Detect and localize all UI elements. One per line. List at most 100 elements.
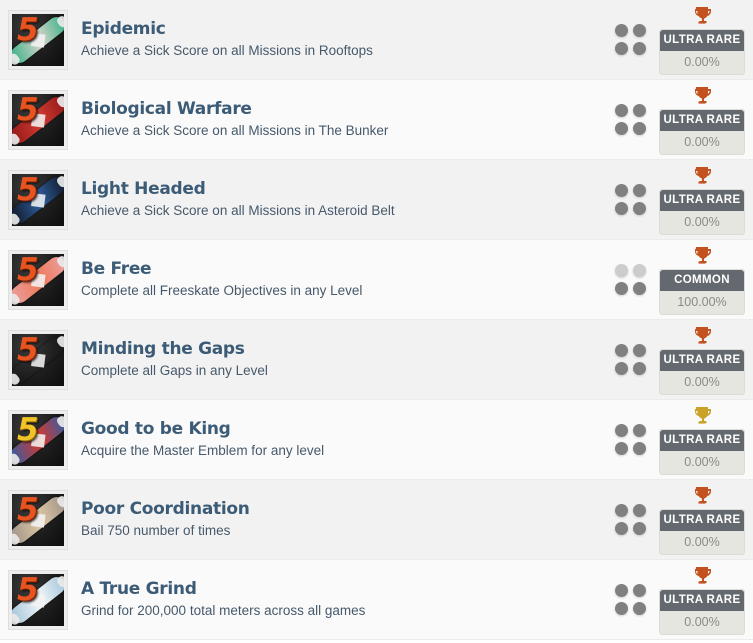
achievement-title: Light Headed [81, 179, 206, 200]
achievement-title: Epidemic [81, 19, 166, 40]
rarity-label: ULTRA RARE [660, 189, 744, 211]
achievement-description: Achieve a Sick Score on all Missions in … [81, 203, 395, 219]
rarity-section: ULTRA RARE 0.00% [659, 85, 745, 155]
difficulty-dot [632, 602, 646, 615]
achievement-description: Achieve a Sick Score on all Missions in … [81, 123, 389, 139]
difficulty-dot [632, 24, 646, 37]
difficulty-dot [632, 184, 646, 197]
achievement-icon[interactable]: 5 [8, 569, 68, 630]
achievement-row[interactable]: 5 Biological Warfare Achieve a Sick Scor… [0, 80, 753, 160]
difficulty-dots [607, 104, 653, 135]
difficulty-dot [614, 42, 628, 55]
difficulty-dot [614, 184, 628, 197]
difficulty-dot [614, 442, 628, 455]
difficulty-dot [632, 344, 646, 357]
difficulty-dot [614, 602, 628, 615]
achievement-description: Acquire the Master Emblem for any level [81, 443, 325, 459]
achievement-row[interactable]: 5 Light Headed Achieve a Sick Score on a… [0, 160, 753, 240]
number-five-logo: 5 [17, 573, 39, 608]
achievement-row[interactable]: 5 Minding the Gaps Complete all Gaps in … [0, 320, 753, 400]
rarity-percent: 0.00% [684, 54, 720, 69]
difficulty-dot [632, 104, 646, 117]
rarity-badge: ULTRA RARE 0.00% [659, 348, 745, 395]
rarity-percent: 0.00% [684, 534, 720, 549]
achievement-title: A True Grind [81, 579, 197, 600]
difficulty-dots [607, 504, 653, 535]
rarity-label: ULTRA RARE [660, 509, 744, 531]
achievement-text: Epidemic Achieve a Sick Score on all Mis… [68, 19, 607, 60]
difficulty-dot [614, 202, 628, 215]
achievement-row[interactable]: 5 Poor Coordination Bail 750 number of t… [0, 480, 753, 560]
achievement-description: Bail 750 number of times [81, 523, 231, 539]
achievement-text: Be Free Complete all Freeskate Objective… [68, 259, 607, 300]
achievement-text: Biological Warfare Achieve a Sick Score … [68, 99, 607, 140]
achievement-title: Minding the Gaps [81, 339, 245, 360]
rarity-badge: ULTRA RARE 0.00% [659, 508, 745, 555]
rarity-percent: 0.00% [684, 454, 720, 469]
difficulty-dots [607, 264, 653, 295]
achievement-text: Minding the Gaps Complete all Gaps in an… [68, 339, 607, 380]
number-five-logo: 5 [17, 253, 39, 288]
number-five-logo: 5 [17, 93, 39, 128]
difficulty-dot [614, 344, 628, 357]
difficulty-dot [614, 424, 628, 437]
difficulty-dot [632, 282, 646, 295]
achievement-text: A True Grind Grind for 200,000 total met… [68, 579, 607, 620]
rarity-label: ULTRA RARE [660, 29, 744, 51]
rarity-section: COMMON 100.00% [659, 245, 745, 315]
rarity-section: ULTRA RARE 0.00% [659, 485, 745, 555]
rarity-section: ULTRA RARE 0.00% [659, 405, 745, 475]
achievement-row[interactable]: 5 A True Grind Grind for 200,000 total m… [0, 560, 753, 640]
achievement-row[interactable]: 5 Be Free Complete all Freeskate Objecti… [0, 240, 753, 320]
trophy-icon [692, 165, 712, 185]
number-five-logo: 5 [17, 13, 39, 48]
achievement-list: 5 Epidemic Achieve a Sick Score on all M… [0, 0, 753, 640]
trophy-icon [692, 5, 712, 25]
difficulty-dot [632, 584, 646, 597]
achievement-text: Good to be King Acquire the Master Emble… [68, 419, 607, 460]
achievement-icon[interactable]: 5 [8, 89, 68, 150]
achievement-icon[interactable]: 5 [8, 409, 68, 470]
difficulty-dots [607, 424, 653, 455]
number-five-logo: 5 [17, 493, 39, 528]
achievement-icon[interactable]: 5 [8, 489, 68, 550]
difficulty-dots [607, 184, 653, 215]
difficulty-dot [614, 362, 628, 375]
rarity-percent: 0.00% [684, 134, 720, 149]
rarity-label: ULTRA RARE [660, 589, 744, 611]
difficulty-dot [614, 282, 628, 295]
rarity-label: ULTRA RARE [660, 349, 744, 371]
difficulty-dot [614, 504, 628, 517]
rarity-badge: ULTRA RARE 0.00% [659, 28, 745, 75]
trophy-icon [692, 245, 712, 265]
achievement-icon[interactable]: 5 [8, 9, 68, 70]
achievement-description: Achieve a Sick Score on all Missions in … [81, 43, 373, 59]
difficulty-dot [614, 264, 628, 277]
achievement-icon[interactable]: 5 [8, 169, 68, 230]
rarity-percent: 0.00% [684, 374, 720, 389]
achievement-row[interactable]: 5 Epidemic Achieve a Sick Score on all M… [0, 0, 753, 80]
difficulty-dots [607, 24, 653, 55]
difficulty-dots [607, 344, 653, 375]
difficulty-dots [607, 584, 653, 615]
trophy-icon [692, 485, 712, 505]
achievement-description: Complete all Freeskate Objectives in any… [81, 283, 363, 299]
trophy-icon [692, 85, 712, 105]
number-five-logo: 5 [17, 173, 39, 208]
difficulty-dot [632, 122, 646, 135]
rarity-percent: 0.00% [684, 214, 720, 229]
rarity-section: ULTRA RARE 0.00% [659, 565, 745, 635]
achievement-row[interactable]: 5 Good to be King Acquire the Master Emb… [0, 400, 753, 480]
number-five-logo: 5 [17, 333, 39, 368]
trophy-icon [692, 565, 712, 585]
achievement-title: Biological Warfare [81, 99, 252, 120]
achievement-title: Be Free [81, 259, 152, 280]
difficulty-dot [632, 424, 646, 437]
achievement-icon[interactable]: 5 [8, 249, 68, 310]
rarity-label: ULTRA RARE [660, 429, 744, 451]
achievement-icon[interactable]: 5 [8, 329, 68, 390]
achievement-text: Light Headed Achieve a Sick Score on all… [68, 179, 607, 220]
achievement-description: Complete all Gaps in any Level [81, 363, 268, 379]
rarity-section: ULTRA RARE 0.00% [659, 165, 745, 235]
difficulty-dot [632, 42, 646, 55]
